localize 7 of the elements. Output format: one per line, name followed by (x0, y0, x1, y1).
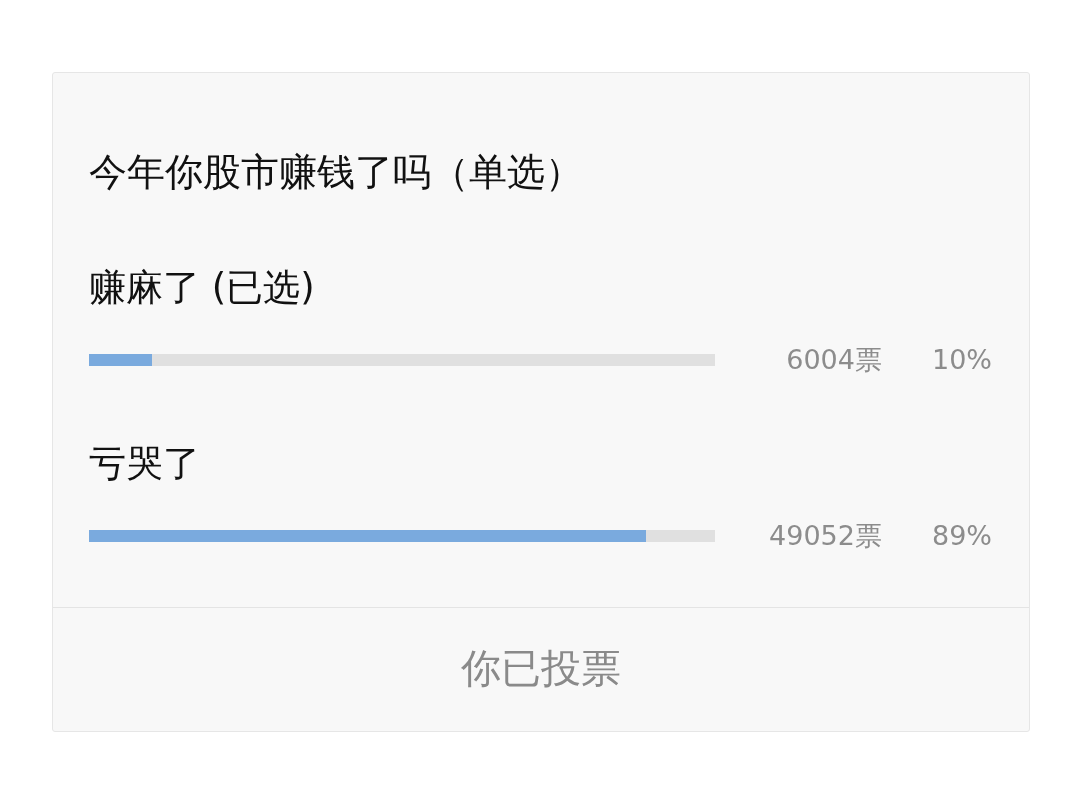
vote-count: 6004票 (786, 343, 882, 377)
option-label: 亏哭了 (89, 442, 200, 486)
vote-count: 49052票 (769, 519, 882, 553)
vote-percent: 10% (932, 343, 992, 377)
poll-question: 今年你股市赚钱了吗（单选） (89, 150, 583, 194)
vote-percent: 89% (932, 519, 992, 553)
option-label: 赚麻了 (已选) (89, 266, 315, 310)
